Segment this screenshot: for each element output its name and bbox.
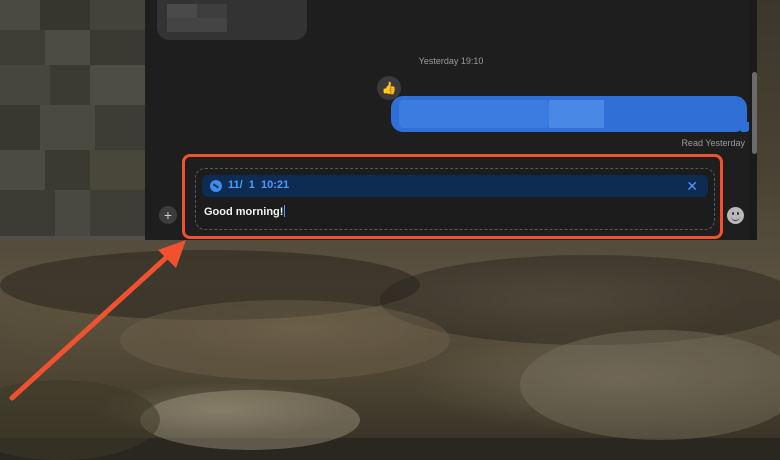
sent-message-bubble[interactable] bbox=[391, 96, 751, 132]
conversation-list-sidebar[interactable] bbox=[0, 0, 145, 240]
emoji-icon[interactable] bbox=[727, 207, 744, 224]
sidebar-footer bbox=[0, 236, 145, 240]
received-message-bubble[interactable] bbox=[157, 0, 307, 40]
read-receipt: Read Yesterday bbox=[681, 138, 745, 148]
plus-icon[interactable]: + bbox=[159, 206, 177, 224]
message-timestamp: Yesterday 19:10 bbox=[418, 56, 484, 66]
annotation-highlight-box bbox=[182, 154, 723, 239]
scrollbar-track[interactable] bbox=[749, 0, 757, 240]
scrollbar-thumb[interactable] bbox=[752, 72, 757, 154]
